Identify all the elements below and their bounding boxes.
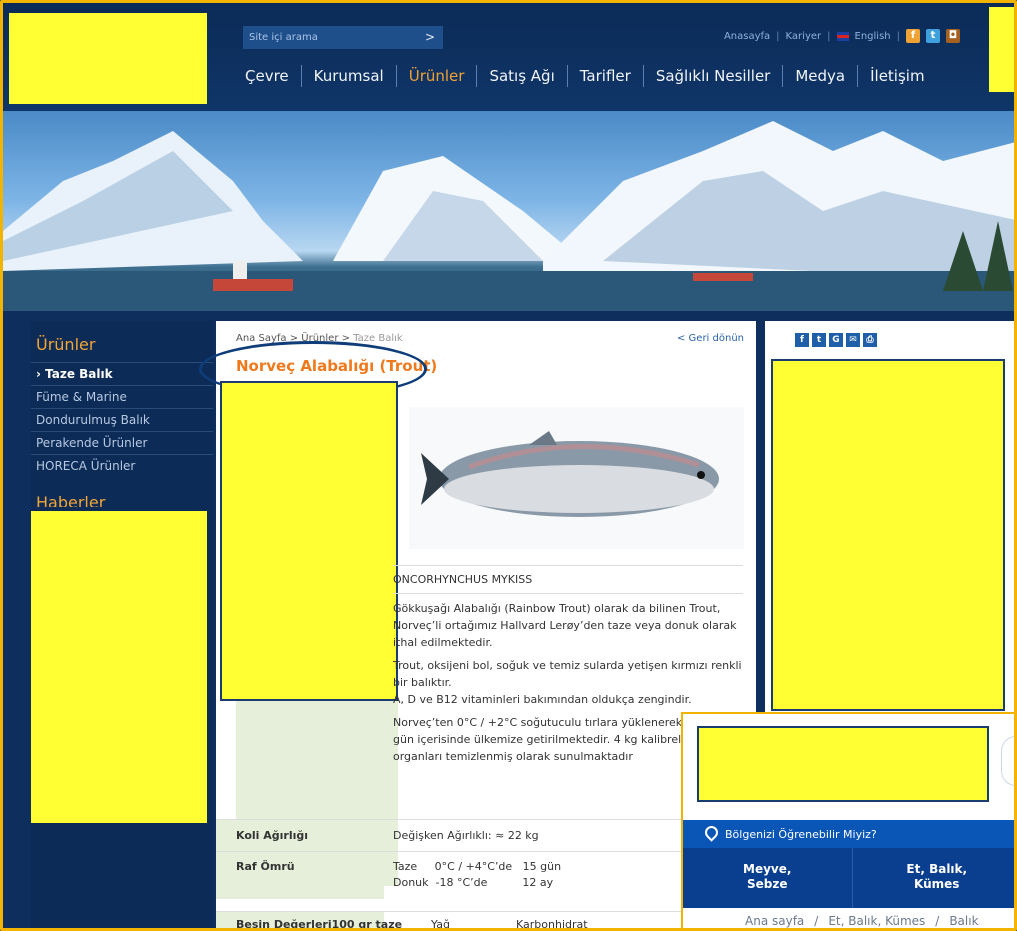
raf-taze: Taze 0°C / +4°C’de 15 gün [393, 860, 562, 873]
sidebar-item-fume-marine[interactable]: Füme & Marine [31, 385, 213, 408]
search-input[interactable]: Site içi arama [243, 32, 417, 43]
description-para-2: Trout, oksijeni bol, soğuk ve temiz sula… [393, 659, 742, 707]
sidebar-item-perakende[interactable]: Perakende Ürünler [31, 431, 213, 454]
ov-crumb-home[interactable]: Ana sayfa [745, 914, 804, 928]
link-english[interactable]: English [855, 31, 891, 42]
region-bar[interactable]: Bölgenizi Öğrenebilir Miyiz? [683, 820, 1014, 848]
nav-satis-agi[interactable]: Satış Ağı [477, 67, 566, 85]
nav-saglikli-nesiller[interactable]: Sağlıklı Nesiller [644, 67, 783, 85]
top-links: Anasayfa | Kariyer | English | f t ◘ [724, 29, 960, 43]
share-facebook-icon[interactable]: f [795, 333, 809, 347]
link-kariyer[interactable]: Kariyer [786, 31, 822, 42]
redacted-thumbnails [220, 381, 398, 701]
category-et-balik[interactable]: Et, Balık, Kümes [853, 848, 1015, 908]
besin-label: Besin Değerleri100 gr taze [236, 918, 403, 931]
sidebar-news-title: Haberler [36, 493, 106, 507]
browser-frame: Site içi arama > Anasayfa | Kariyer | En… [0, 0, 1017, 931]
link-anasayfa[interactable]: Anasayfa [724, 31, 770, 42]
sidebar-title: Ürünler [36, 335, 96, 354]
location-pin-icon [702, 823, 721, 842]
nav-medya[interactable]: Medya [783, 67, 857, 85]
uk-flag-icon [836, 31, 849, 41]
besin-col-karbonhidrat: Karbonhidrat [516, 918, 588, 931]
nav-iletisim[interactable]: İletişim [858, 67, 936, 85]
share-email-icon[interactable]: ✉ [846, 333, 860, 347]
region-text: Bölgenizi Öğrenebilir Miyiz? [725, 827, 877, 841]
koli-label: Koli Ağırlığı [236, 829, 309, 842]
nav-urunler[interactable]: Ürünler [397, 67, 477, 85]
nav-kurumsal[interactable]: Kurumsal [302, 67, 396, 85]
share-google-icon[interactable]: G [829, 333, 843, 347]
koli-value: Değişken Ağırlıklı: ≈ 22 kg [393, 829, 539, 842]
redacted-news [31, 511, 207, 823]
overlay-breadcrumb: Ana sayfa / Et, Balık, Kümes / Balık [745, 914, 979, 928]
share-print-icon[interactable]: ⎙ [863, 333, 877, 347]
back-link[interactable]: < Geri dönün [677, 333, 744, 344]
site-header: Site içi arama > Anasayfa | Kariyer | En… [3, 3, 1014, 111]
description-para-1: Gökkuşağı Alabalığı (Rainbow Trout) olar… [393, 602, 737, 650]
site-search[interactable]: Site içi arama > [243, 26, 443, 49]
besin-col-yag: Yağ [431, 918, 450, 931]
product-image [409, 407, 744, 549]
mountain-landscape-image [3, 121, 1014, 311]
sidebar-menu: › Taze Balık Füme & Marine Dondurulmuş B… [31, 362, 213, 477]
ov-crumb-balik[interactable]: Balık [949, 914, 978, 928]
overlay-search-icon[interactable] [1001, 736, 1014, 786]
redacted-corner [989, 7, 1014, 92]
row-koli: Koli Ağırlığı Değişken Ağırlıklı: ≈ 22 k… [216, 819, 756, 851]
hero-banner [3, 111, 1014, 311]
raf-donuk: Donuk -18 °C’de 12 ay [393, 876, 554, 889]
crumb-current: Taze Balık [353, 333, 403, 344]
redacted-logo [9, 13, 207, 104]
sidebar-item-dondurulmus[interactable]: Dondurulmuş Balık [31, 408, 213, 431]
redacted-sidebar-ad [771, 359, 1005, 711]
overlay-screenshot: Bölgenizi Öğrenebilir Miyiz? Meyve, Sebz… [681, 712, 1015, 928]
search-button[interactable]: > [417, 26, 443, 49]
trout-fish-image [421, 431, 719, 517]
instagram-icon[interactable]: ◘ [946, 29, 960, 43]
nav-tarifler[interactable]: Tarifler [568, 67, 643, 85]
left-sidebar: Ürünler › Taze Balık Füme & Marine Dondu… [31, 321, 213, 928]
redacted-overlay-logo [697, 726, 989, 802]
row-raf-omru: Raf Ömrü Taze 0°C / +4°C’de 15 gün Donuk… [216, 851, 756, 899]
main-content: Ana Sayfa > Ürünler > Taze Balık < Geri … [199, 321, 756, 931]
latin-name: ONCORHYNCHUS MYKISS [393, 565, 743, 595]
sidebar-item-taze-balik[interactable]: › Taze Balık [31, 362, 213, 385]
share-twitter-icon[interactable]: t [812, 333, 826, 347]
main-nav: Çevre Kurumsal Ürünler Satış Ağı Tarifle… [233, 65, 937, 87]
twitter-icon[interactable]: t [926, 29, 940, 43]
ov-crumb-et-balik[interactable]: Et, Balık, Kümes [828, 914, 925, 928]
category-meyve-sebze[interactable]: Meyve, Sebze [683, 848, 853, 908]
share-icons: f t G ✉ ⎙ [795, 333, 877, 347]
row-besin: Besin Değerleri100 gr taze Yağ Karbonhid… [216, 911, 756, 931]
facebook-icon[interactable]: f [906, 29, 920, 43]
sidebar-item-horeca[interactable]: HORECA Ürünler [31, 454, 213, 477]
nav-cevre[interactable]: Çevre [233, 67, 301, 85]
raf-label: Raf Ömrü [236, 860, 295, 873]
category-bar: Meyve, Sebze Et, Balık, Kümes [683, 848, 1015, 908]
